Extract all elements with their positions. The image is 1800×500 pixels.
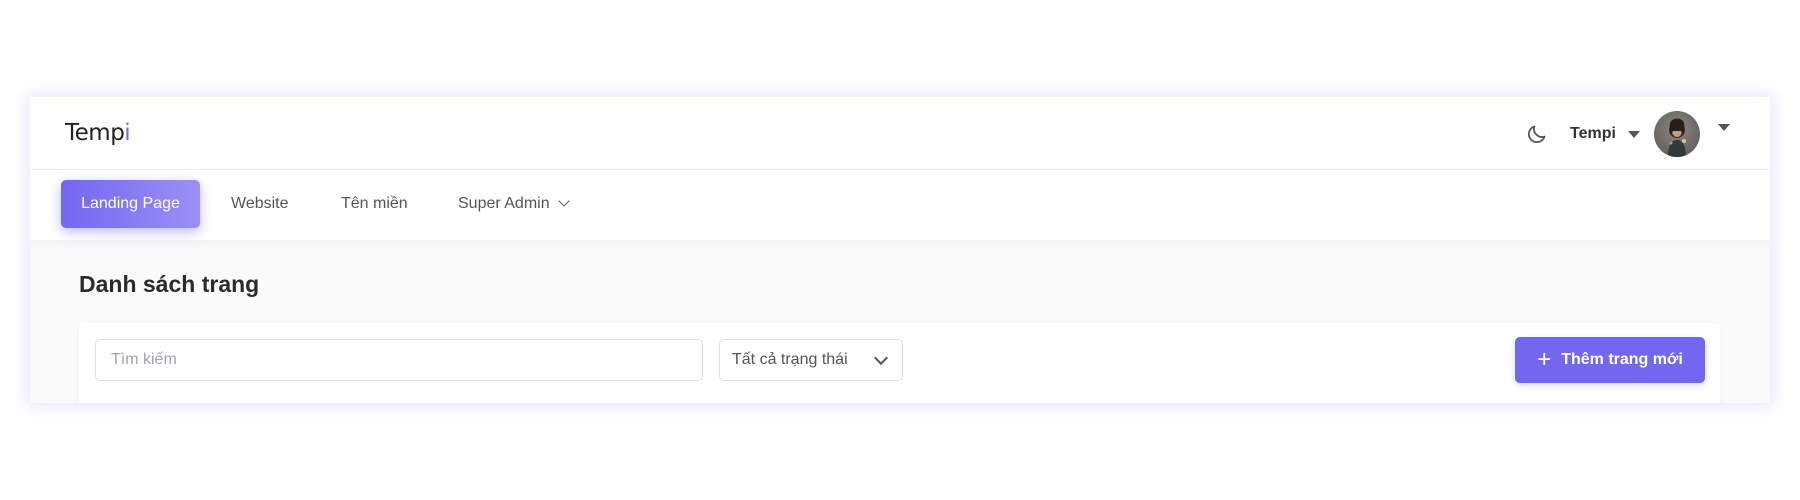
add-page-button-label: Thêm trang mới	[1561, 351, 1683, 368]
filter-toolbar: Tất cả trạng thái + Thêm trang mới	[79, 323, 1720, 403]
chevron-down-icon	[557, 195, 570, 207]
moon-icon[interactable]	[1525, 122, 1549, 146]
user-menu-toggle[interactable]: Tempi	[1570, 121, 1640, 147]
app-window: Tempi Tempi Landing Page Website Tên miề…	[30, 97, 1770, 403]
nav-item-label: Super Admin	[458, 195, 550, 212]
brand-logo[interactable]: Tempi	[65, 117, 131, 149]
caret-down-icon	[1627, 130, 1640, 138]
top-header: Tempi Tempi	[30, 97, 1770, 170]
status-filter-value: Tất cả trạng thái	[732, 351, 848, 368]
page-title: Danh sách trang	[79, 271, 260, 297]
plus-icon: +	[1537, 346, 1552, 373]
status-filter-select[interactable]: Tất cả trạng thái	[719, 339, 903, 381]
chevron-down-icon	[873, 350, 889, 366]
nav-item-ten-mien[interactable]: Tên miền	[341, 180, 408, 228]
caret-down-icon	[1718, 124, 1730, 148]
add-page-button[interactable]: + Thêm trang mới	[1515, 337, 1705, 383]
nav-item-website[interactable]: Website	[231, 180, 289, 228]
main-navigation: Landing Page Website Tên miền Super Admi…	[30, 170, 1770, 240]
avatar[interactable]	[1654, 111, 1700, 157]
user-name: Tempi	[1570, 125, 1616, 142]
logo-accent-letter: i	[124, 120, 131, 146]
logo-text: Temp	[65, 120, 125, 146]
search-input[interactable]	[95, 339, 703, 381]
nav-item-super-admin[interactable]: Super Admin	[458, 180, 570, 228]
avatar-dropdown-toggle[interactable]	[1718, 124, 1730, 149]
nav-item-landing-page[interactable]: Landing Page	[61, 180, 200, 228]
